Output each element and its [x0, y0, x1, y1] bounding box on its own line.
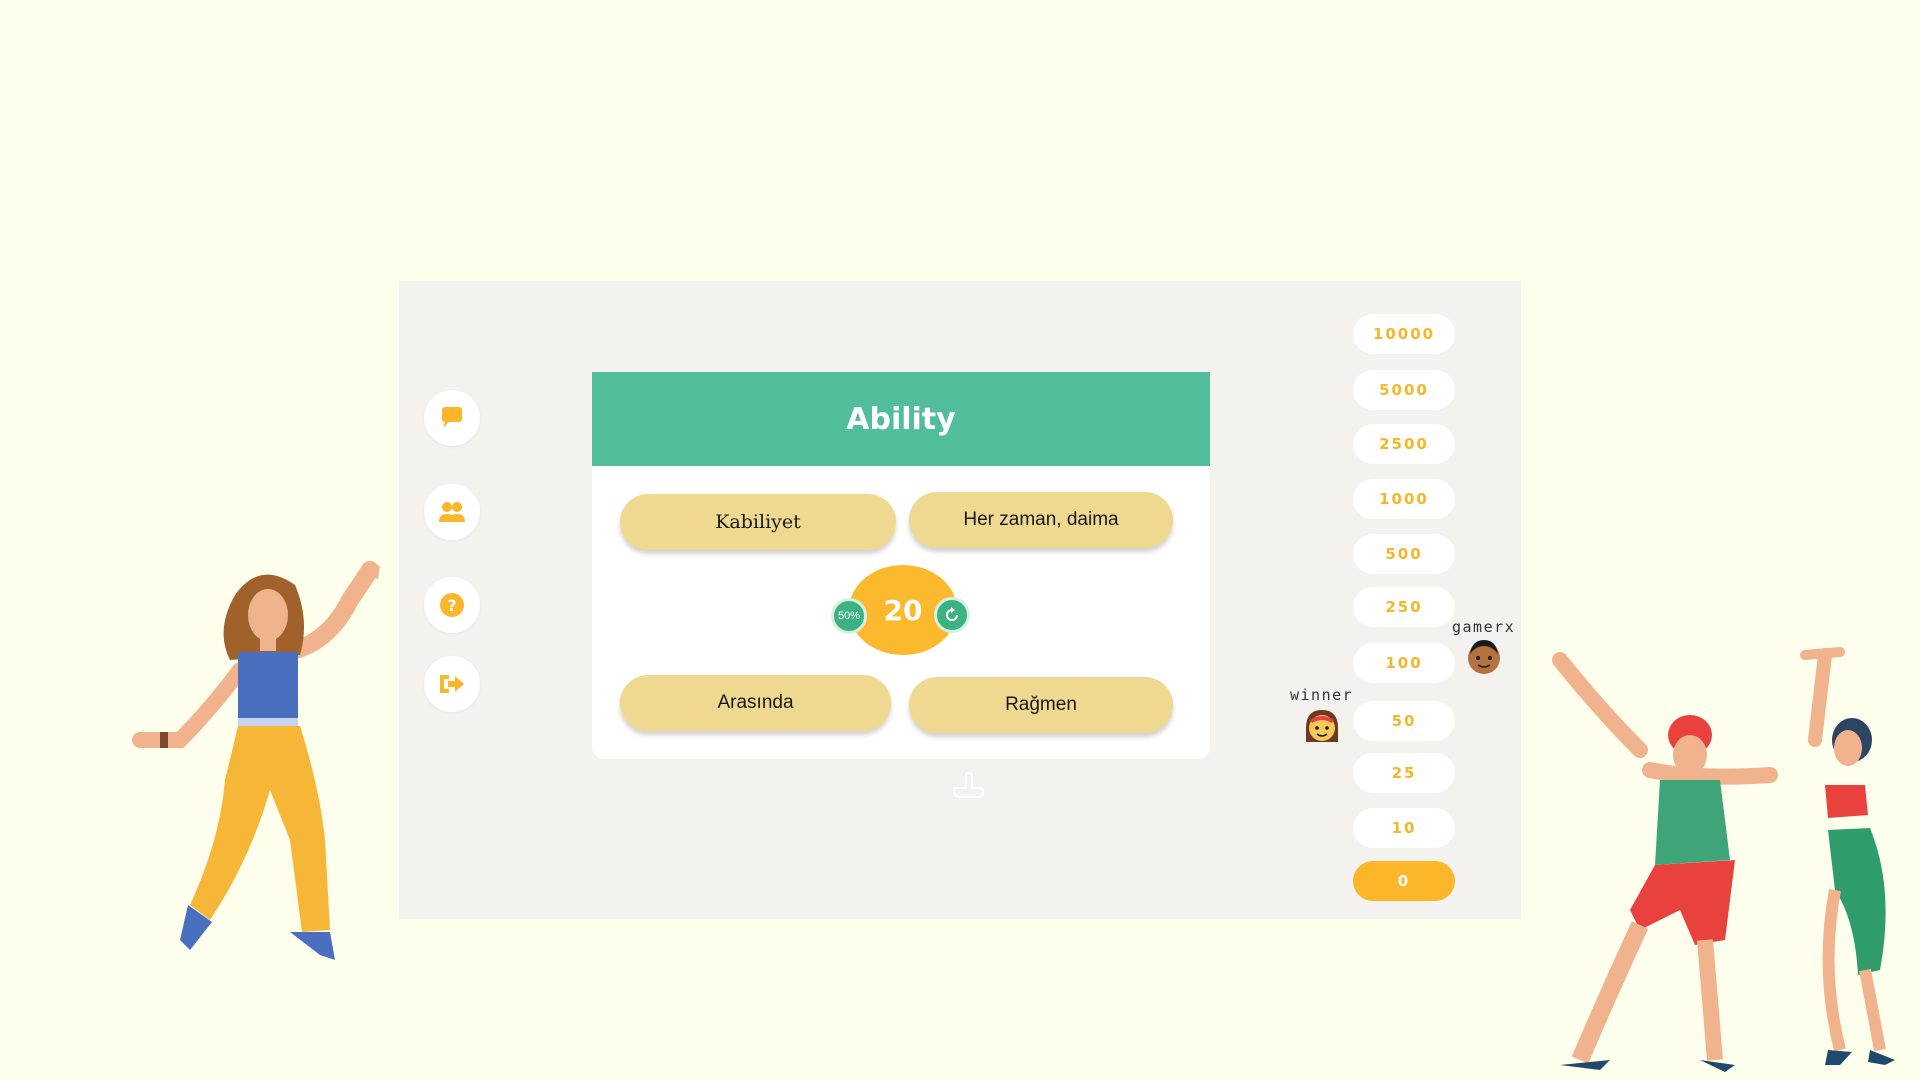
exit-icon [440, 675, 464, 693]
chat-icon [442, 407, 462, 428]
answer-button-1[interactable]: Kabiliyet [620, 494, 896, 550]
prize-level: 10000 [1353, 314, 1455, 354]
prize-level: 500 [1353, 534, 1455, 574]
pointer-hand-icon [953, 771, 985, 798]
prize-level-current: 0 [1353, 861, 1455, 901]
prize-level: 100 [1353, 643, 1455, 683]
refresh-icon [946, 607, 958, 621]
refresh-lifeline[interactable] [934, 597, 970, 633]
prize-level: 50 [1353, 701, 1455, 741]
avatar-gamerx [1468, 640, 1500, 674]
prize-level: 10 [1353, 808, 1455, 848]
prize-level: 2500 [1353, 424, 1455, 464]
answer-button-4[interactable]: Rağmen [909, 677, 1173, 733]
prize-level: 25 [1353, 753, 1455, 793]
players-button[interactable] [424, 484, 480, 540]
prize-level: 5000 [1353, 370, 1455, 410]
dancer-left-illustration [132, 561, 380, 960]
exit-button[interactable] [424, 656, 480, 712]
dancers-right-illustration [1552, 647, 1895, 1072]
help-button[interactable]: ? [424, 577, 480, 633]
answer-button-2[interactable]: Her zaman, daima [909, 492, 1173, 548]
prize-level: 1000 [1353, 479, 1455, 519]
player-name-gamerx: gamerx [1452, 618, 1516, 636]
player-name-winner: winner [1290, 686, 1354, 704]
fifty-fifty-label: 50% [837, 610, 861, 622]
chat-button[interactable] [424, 390, 480, 446]
fifty-fifty-lifeline[interactable]: 50% [831, 598, 867, 634]
prize-level: 250 [1353, 587, 1455, 627]
users-icon [439, 502, 465, 522]
avatar-winner [1306, 710, 1338, 742]
svg-text:?: ? [447, 596, 456, 615]
answer-button-3[interactable]: Arasında [620, 675, 891, 731]
help-icon: ? [440, 593, 464, 617]
question-word: Ability [592, 372, 1210, 466]
